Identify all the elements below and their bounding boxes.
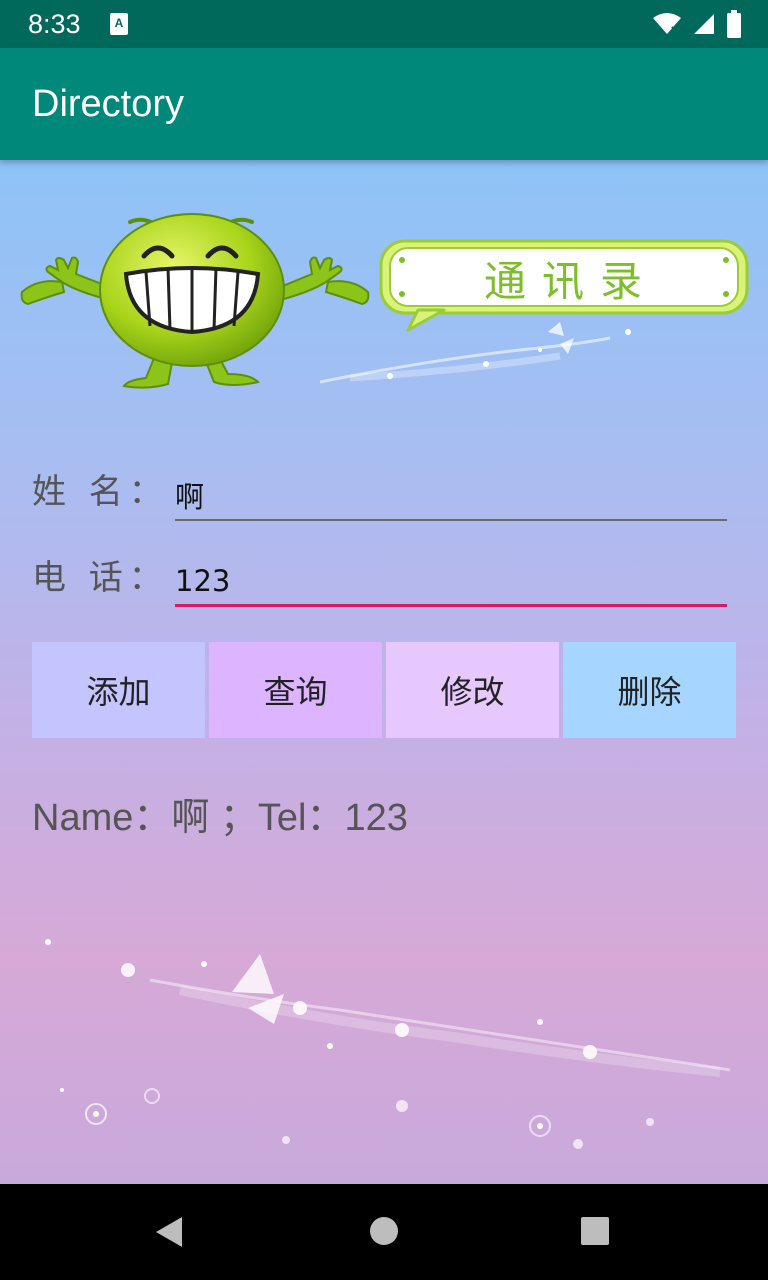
home-icon[interactable] bbox=[368, 1215, 400, 1247]
smiling-green-mascot-icon bbox=[20, 213, 370, 389]
accessibility-notification-icon: A bbox=[110, 13, 128, 35]
app-title: Directory bbox=[32, 83, 185, 125]
signal-icon bbox=[694, 14, 714, 34]
name-label: 姓 名： bbox=[32, 472, 169, 512]
bubble-title: 通讯录 bbox=[483, 257, 658, 306]
phone-input-underline bbox=[175, 604, 727, 607]
app-bar: Directory bbox=[0, 48, 768, 160]
name-input[interactable] bbox=[175, 472, 727, 518]
result-text: Name：啊 ；Tel：123 bbox=[32, 797, 408, 839]
status-time: 8:33 bbox=[28, 9, 81, 39]
phone-label: 电 话： bbox=[32, 558, 169, 598]
add-button[interactable]: 添加 bbox=[32, 642, 205, 738]
delete-button[interactable]: 删除 bbox=[563, 642, 736, 738]
status-bar: 8:33 A bbox=[0, 0, 768, 48]
wifi-icon bbox=[653, 13, 681, 34]
name-input-underline bbox=[175, 519, 727, 521]
screen: 8:33 A Directory 通讯录 姓 名： 啊 电 话： 123 添加 … bbox=[0, 0, 768, 1280]
query-button[interactable]: 查询 bbox=[209, 642, 382, 738]
navigation-bar bbox=[0, 1184, 768, 1280]
phone-input[interactable] bbox=[175, 558, 727, 604]
main-content: 通讯录 姓 名： 电 话： 添加 查询 修改 删除 Name：啊 ；Tel：12… bbox=[0, 160, 768, 1184]
modify-button[interactable]: 修改 bbox=[386, 642, 559, 738]
status-icons bbox=[652, 10, 742, 38]
recents-icon[interactable] bbox=[580, 1216, 610, 1246]
action-button-row: 添加 查询 修改 删除 bbox=[32, 642, 736, 738]
back-icon[interactable] bbox=[152, 1214, 188, 1250]
battery-icon bbox=[727, 10, 741, 38]
